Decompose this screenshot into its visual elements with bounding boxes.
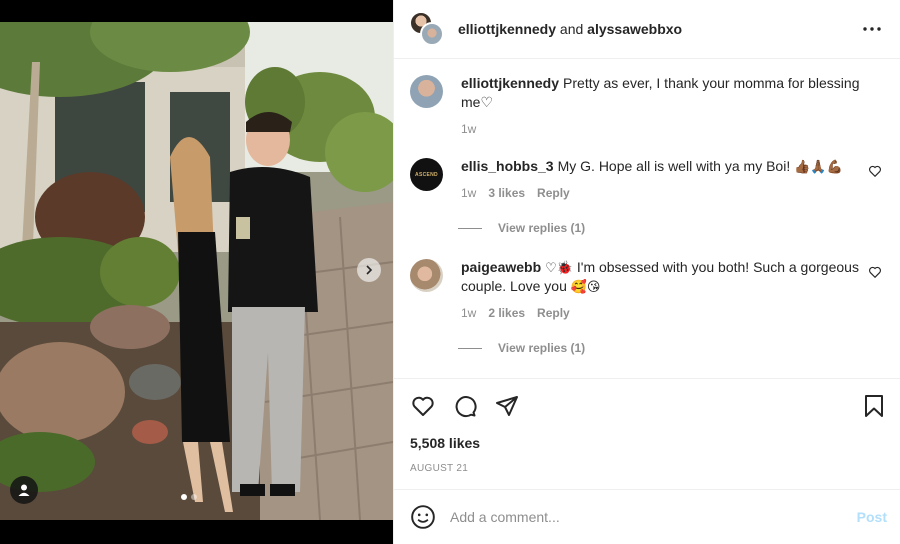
comment-emoji: 👍🏾🙏🏾💪🏾: [794, 159, 843, 174]
view-replies-line: [458, 347, 482, 349]
save-button[interactable]: [861, 393, 887, 419]
comment-item: elliottjkennedy Pretty as ever, I thank y…: [410, 74, 890, 139]
tagged-users-button[interactable]: [10, 476, 38, 504]
more-options-icon: [863, 27, 881, 31]
like-comment-heart-icon[interactable]: [868, 265, 882, 279]
bookmark-icon: [865, 395, 883, 417]
collab-avatar[interactable]: [410, 12, 444, 46]
comments-list: elliottjkennedy Pretty as ever, I thank y…: [394, 60, 900, 377]
smiley-icon[interactable]: [410, 504, 436, 530]
comment-emoji-prefix: ♡🐞: [545, 260, 573, 275]
commenter-username[interactable]: elliottjkennedy: [461, 75, 559, 91]
carousel-indicator: [181, 494, 197, 500]
commenter-username[interactable]: paigeawebb: [461, 259, 541, 275]
instagram-post: elliottjkennedy and alyssawebbxo elliott: [0, 0, 900, 544]
reply-button[interactable]: Reply: [537, 184, 570, 203]
comment-time[interactable]: 1w: [461, 304, 476, 323]
comment-body: ellis_hobbs_3 My G. Hope all is well with…: [461, 157, 890, 203]
comment-item: ASCEND ellis_hobbs_3 My G. Hope all is we…: [410, 157, 890, 203]
comment-likes[interactable]: 2 likes: [488, 304, 525, 323]
more-options-button[interactable]: [861, 18, 883, 40]
post-date[interactable]: AUGUST 21: [410, 463, 468, 474]
comment-emoji: 🥰😘: [570, 279, 601, 294]
post-authors: elliottjkennedy and alyssawebbxo: [458, 21, 682, 37]
author-conjunction: and: [559, 21, 584, 37]
view-replies-label: View replies (1): [498, 221, 586, 235]
post-comment-button[interactable]: Post: [857, 509, 887, 525]
comment-text-block: elliottjkennedy Pretty as ever, I thank y…: [461, 74, 890, 112]
comment-emoji: ♡: [480, 94, 494, 110]
avatar-logo-text: ASCEND: [415, 171, 438, 178]
commenter-avatar[interactable]: [410, 259, 443, 292]
post-media: [0, 0, 393, 544]
like-comment-heart-icon[interactable]: [868, 164, 882, 178]
carousel-dot: [191, 494, 197, 500]
next-photo-button[interactable]: [357, 258, 381, 282]
view-replies-button[interactable]: View replies (1): [458, 221, 585, 235]
comment-input[interactable]: [450, 509, 857, 525]
comment-bubble-icon: [455, 396, 477, 418]
like-button[interactable]: [410, 393, 436, 419]
likes-count[interactable]: 5,508 likes: [410, 435, 480, 451]
comment-likes[interactable]: 3 likes: [488, 184, 525, 203]
comment-meta: 1w 3 likes Reply: [461, 184, 890, 203]
comment-body: elliottjkennedy Pretty as ever, I thank y…: [461, 74, 890, 139]
comment-time[interactable]: 1w: [461, 120, 476, 139]
author-username-2[interactable]: alyssawebbxo: [587, 21, 682, 37]
carousel-dot-active: [181, 494, 187, 500]
commenter-avatar[interactable]: ASCEND: [410, 158, 443, 191]
author-username-1[interactable]: elliottjkennedy: [458, 21, 556, 37]
commenter-username[interactable]: ellis_hobbs_3: [461, 158, 554, 174]
share-button[interactable]: [494, 393, 520, 419]
couple-photo-illustration: [0, 22, 393, 520]
post-side-panel: elliottjkennedy and alyssawebbxo elliott: [393, 0, 900, 544]
view-replies-label: View replies (1): [498, 341, 586, 355]
action-icons: [410, 393, 520, 419]
chevron-right-icon: [366, 265, 373, 275]
comment-item: paigeawebb ♡🐞 I'm obsessed with you both!…: [410, 258, 890, 323]
post-header: elliottjkennedy and alyssawebbxo: [394, 0, 900, 59]
comment-button[interactable]: [452, 393, 478, 419]
post-photo[interactable]: [0, 22, 393, 520]
add-comment-bar: Post: [394, 489, 900, 544]
comment-time[interactable]: 1w: [461, 184, 476, 203]
view-replies-line: [458, 227, 482, 229]
commenter-avatar[interactable]: [410, 75, 443, 108]
user-tag-icon: [18, 484, 30, 496]
reply-button[interactable]: Reply: [537, 304, 570, 323]
avatar-user-2: [420, 22, 444, 46]
view-replies-button[interactable]: View replies (1): [458, 341, 585, 355]
comment-text-block: paigeawebb ♡🐞 I'm obsessed with you both!…: [461, 258, 890, 296]
heart-icon: [412, 396, 434, 416]
comment-text: My G. Hope all is well with ya my Boi!: [557, 158, 791, 174]
comment-body: paigeawebb ♡🐞 I'm obsessed with you both!…: [461, 258, 890, 323]
paper-plane-icon: [496, 396, 518, 416]
comment-meta: 1w: [461, 120, 890, 139]
comment-text-block: ellis_hobbs_3 My G. Hope all is well with…: [461, 157, 890, 176]
comment-meta: 1w 2 likes Reply: [461, 304, 890, 323]
